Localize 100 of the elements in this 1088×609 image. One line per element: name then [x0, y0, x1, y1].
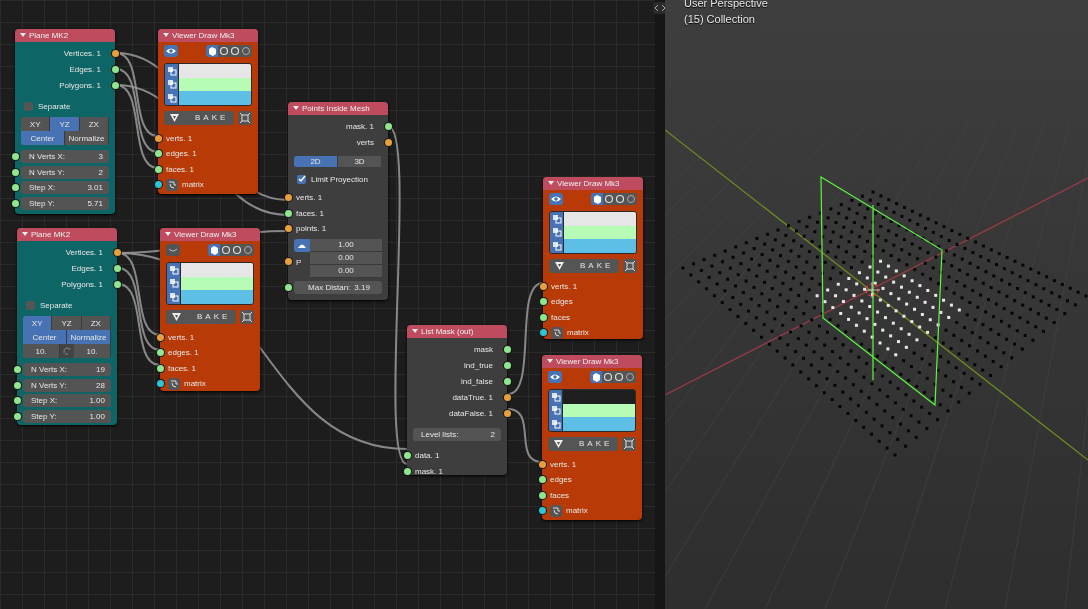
display-mode-icons[interactable] [591, 193, 637, 205]
socket[interactable] [113, 264, 121, 272]
socket[interactable] [284, 283, 292, 291]
socket[interactable] [154, 181, 162, 189]
bake-button[interactable]: BAKE [548, 436, 619, 451]
checkbox[interactable] [24, 101, 33, 111]
caret-icon[interactable] [548, 181, 554, 186]
color-swatch[interactable] [564, 239, 636, 253]
socket[interactable] [13, 412, 21, 420]
socket[interactable] [503, 345, 511, 353]
mode-tab[interactable]: 2D [294, 156, 338, 167]
caret-icon[interactable] [293, 106, 299, 111]
socket[interactable] [13, 381, 21, 389]
frame-icon[interactable] [238, 110, 252, 125]
socket[interactable] [11, 168, 19, 176]
color-swatch[interactable] [181, 263, 253, 277]
socket[interactable] [284, 194, 292, 202]
frame-icon[interactable] [240, 309, 254, 324]
socket[interactable] [539, 329, 547, 337]
node-header[interactable]: List Mask (out) [407, 325, 507, 338]
socket[interactable] [113, 248, 121, 256]
axis-toggle[interactable]: XY [21, 117, 51, 131]
color-swatch[interactable] [181, 290, 253, 304]
socket[interactable] [503, 393, 511, 401]
visibility-icon[interactable] [548, 371, 562, 383]
checkbox[interactable] [26, 300, 35, 310]
number-field[interactable]: Step Y: 1.00 [23, 409, 111, 423]
node-panel[interactable]: Viewer Draw Mk3 BAKE verts. 1 edges. 1 faces. 1 matrix [160, 228, 260, 391]
frame-icon[interactable] [623, 258, 637, 273]
caret-icon[interactable] [20, 33, 26, 38]
caret-icon[interactable] [163, 33, 169, 38]
number-field[interactable]: N Verts X: 3 [21, 150, 109, 163]
node-panel[interactable]: Viewer Draw Mk3 BAKE verts. 1 edges faces matrix [543, 177, 643, 339]
color-swatch[interactable] [179, 91, 251, 105]
node-header[interactable]: Viewer Draw Mk3 [542, 355, 642, 368]
socket[interactable] [384, 138, 392, 146]
display-mode-icons[interactable] [208, 244, 254, 256]
vector-field[interactable]: 1.00 [310, 238, 382, 252]
size-field[interactable]: 10. [23, 344, 60, 358]
socket[interactable] [539, 313, 547, 321]
axis-toggle[interactable]: XY [23, 316, 53, 330]
socket[interactable] [154, 165, 162, 173]
node-header[interactable]: Viewer Draw Mk3 [158, 29, 258, 42]
option-toggle[interactable]: Center [23, 330, 67, 344]
socket[interactable] [11, 184, 19, 191]
caret-icon[interactable] [412, 329, 418, 334]
matrix-icon[interactable] [168, 377, 180, 390]
socket[interactable] [156, 349, 164, 357]
socket[interactable] [11, 153, 19, 160]
socket[interactable] [503, 361, 511, 369]
bake-button[interactable]: BAKE [166, 309, 237, 324]
number-field[interactable]: Step X: 3.01 [21, 181, 109, 194]
socket[interactable] [403, 467, 411, 475]
node-header[interactable]: Viewer Draw Mk3 [160, 228, 260, 241]
socket[interactable] [156, 380, 164, 388]
matrix-icon[interactable] [550, 504, 562, 517]
node-header[interactable]: Points Inside Mesh [288, 102, 388, 115]
socket[interactable] [111, 81, 119, 89]
number-field[interactable]: N Verts Y: 2 [21, 165, 109, 179]
bake-button[interactable]: BAKE [164, 110, 235, 125]
number-field[interactable]: Step X: 1.00 [23, 394, 111, 407]
caret-icon[interactable] [547, 359, 553, 364]
number-field[interactable]: N Verts X: 19 [23, 363, 111, 376]
option-toggle[interactable]: Normalize [67, 330, 111, 344]
node-panel[interactable]: Viewer Draw Mk3 BAKE verts. 1 edges faces matrix [542, 355, 642, 520]
color-swatch[interactable] [563, 390, 635, 404]
checkbox[interactable] [297, 174, 306, 184]
socket[interactable] [384, 122, 392, 130]
socket[interactable] [538, 476, 546, 484]
caret-icon[interactable] [165, 232, 171, 237]
node-panel[interactable]: Viewer Draw Mk3 BAKE verts. 1 edges. 1 faces. 1 matrix [158, 29, 258, 194]
bake-button[interactable]: BAKE [549, 258, 620, 273]
vector-toggle-icon[interactable] [294, 238, 310, 252]
visibility-icon[interactable] [164, 45, 178, 57]
matrix-icon[interactable] [551, 326, 563, 339]
socket[interactable] [403, 452, 411, 460]
socket[interactable] [284, 257, 292, 265]
color-swatch[interactable] [564, 212, 636, 226]
socket[interactable] [539, 282, 547, 290]
visibility-icon[interactable] [166, 244, 180, 256]
node-header[interactable]: Plane MK2 [15, 29, 115, 42]
socket[interactable] [154, 134, 162, 142]
visibility-icon[interactable] [549, 193, 563, 205]
node-header[interactable]: Plane MK2 [17, 228, 117, 241]
frame-icon[interactable] [622, 436, 636, 451]
number-field[interactable]: N Verts Y: 28 [23, 378, 111, 392]
socket[interactable] [284, 225, 292, 233]
axis-toggle[interactable]: YZ [50, 117, 80, 131]
socket[interactable] [111, 49, 119, 57]
socket[interactable] [539, 298, 547, 306]
socket[interactable] [538, 507, 546, 515]
socket[interactable] [13, 397, 21, 404]
socket[interactable] [503, 377, 511, 385]
color-swatch[interactable] [563, 417, 635, 431]
socket[interactable] [503, 409, 511, 417]
socket[interactable] [284, 209, 292, 217]
socket[interactable] [154, 150, 162, 158]
3d-viewport[interactable]: User Perspective (15) Collection [665, 0, 1088, 609]
socket[interactable] [11, 199, 19, 207]
socket[interactable] [538, 491, 546, 499]
